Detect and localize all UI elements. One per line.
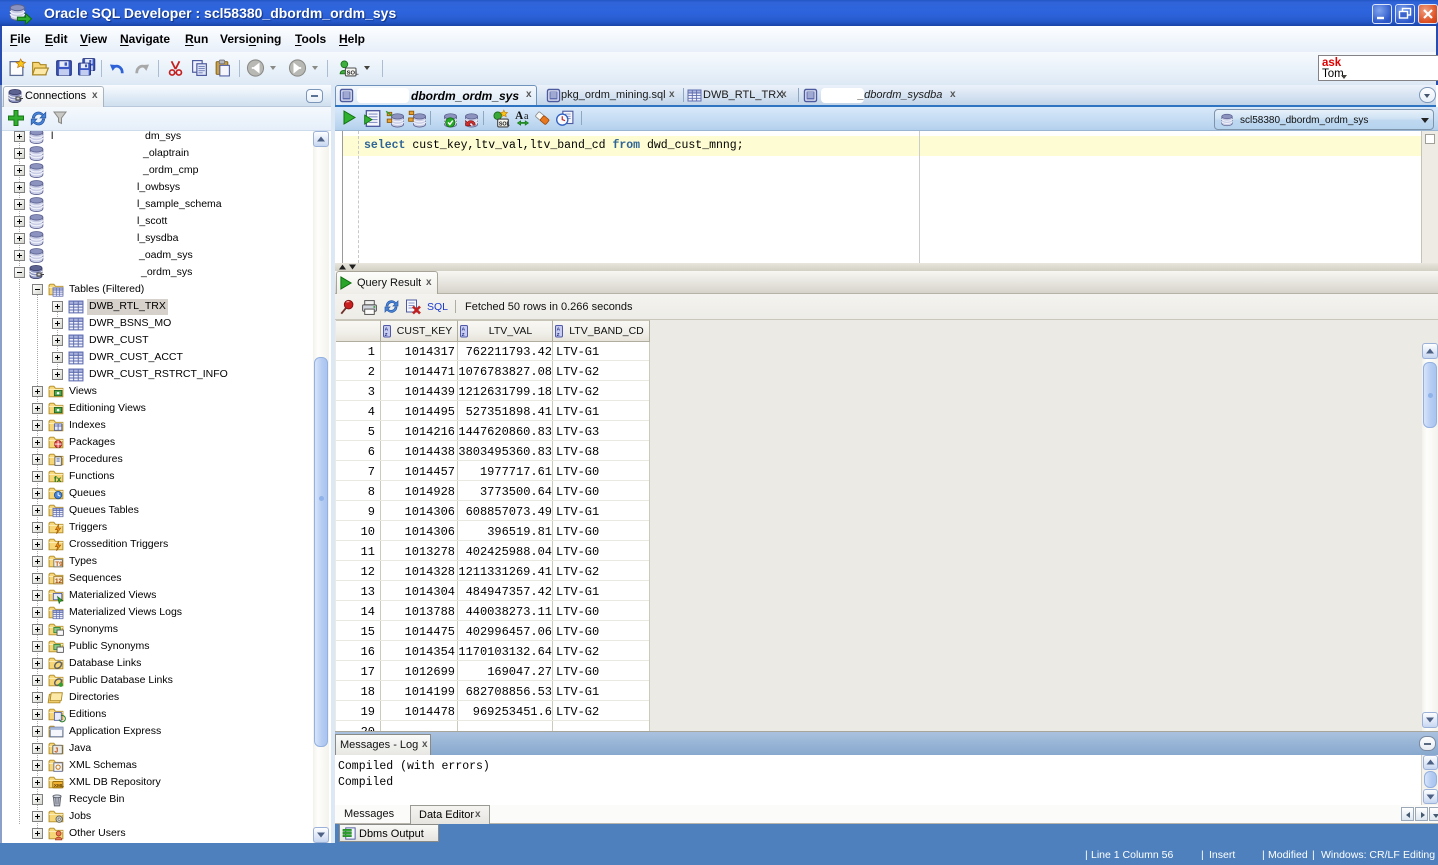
svg-text:A: A [462,327,466,333]
svg-text:12: 12 [55,578,63,585]
svg-text:SOL: SOL [499,122,511,128]
svg-text:Z: Z [385,332,388,338]
svg-text:Z: Z [557,332,560,338]
svg-text:fx: fx [54,474,62,484]
svg-text:a: a [524,111,529,122]
svg-text:T9: T9 [55,561,63,568]
svg-text:SOL: SOL [347,70,359,76]
svg-text:A: A [515,110,523,122]
svg-text:Z: Z [462,332,465,338]
svg-text:A: A [557,327,561,333]
svg-text:J: J [54,748,58,755]
svg-text:A: A [385,327,389,333]
svg-text:XML: XML [54,783,64,789]
